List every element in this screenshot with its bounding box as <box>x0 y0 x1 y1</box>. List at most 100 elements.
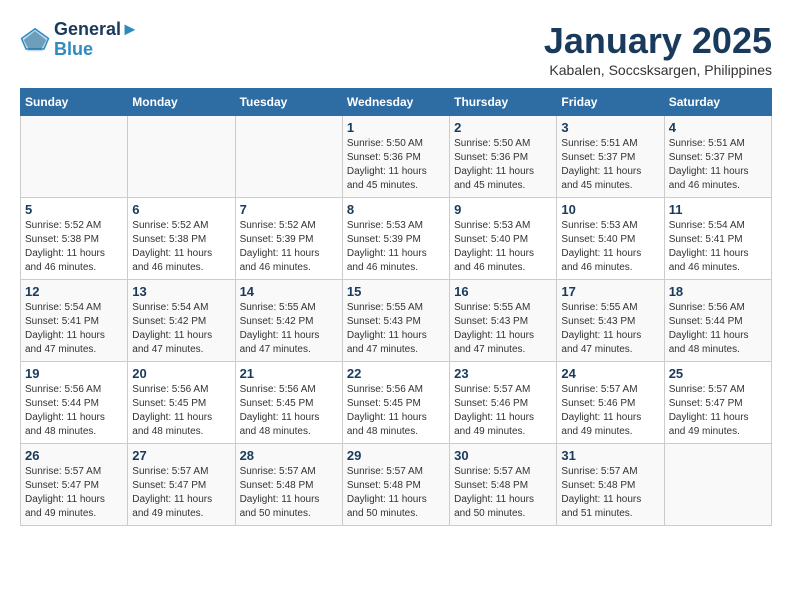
calendar-day-cell: 13Sunrise: 5:54 AM Sunset: 5:42 PM Dayli… <box>128 280 235 362</box>
day-info: Sunrise: 5:50 AM Sunset: 5:36 PM Dayligh… <box>454 137 552 193</box>
day-number: 13 <box>132 284 230 299</box>
calendar-day-cell: 28 Sunrise: 5:57 AM Sunset: 5:48 PM Dayli… <box>235 444 342 526</box>
day-number: 6 <box>132 202 230 217</box>
day-info: Sunrise: 5:57 AM Sunset: 5:47 PM Dayligh… <box>25 465 123 521</box>
calendar-day-cell <box>21 116 128 198</box>
calendar-day-cell: 2 Sunrise: 5:50 AM Sunset: 5:36 PM Daylig… <box>450 116 557 198</box>
day-info: Sunrise: 5:56 AM Sunset: 5:45 PM Dayligh… <box>132 383 230 439</box>
calendar-day-cell: 17 Sunrise: 5:55 AM Sunset: 5:43 PM Dayli… <box>557 280 664 362</box>
calendar-day-cell: 6Sunrise: 5:52 AM Sunset: 5:38 PM Daylig… <box>128 198 235 280</box>
day-of-week-header: Saturday <box>664 89 771 116</box>
calendar-day-cell: 10 Sunrise: 5:53 AM Sunset: 5:40 PM Dayli… <box>557 198 664 280</box>
day-info: Sunrise: 5:53 AM Sunset: 5:39 PM Dayligh… <box>347 219 445 275</box>
calendar-day-cell: 15Sunrise: 5:55 AM Sunset: 5:43 PM Dayli… <box>342 280 449 362</box>
calendar-day-cell <box>128 116 235 198</box>
day-info: Sunrise: 5:57 AM Sunset: 5:48 PM Dayligh… <box>561 465 659 521</box>
calendar-day-cell: 27Sunrise: 5:57 AM Sunset: 5:47 PM Dayli… <box>128 444 235 526</box>
month-title: January 2025 <box>544 20 772 62</box>
day-number: 31 <box>561 448 659 463</box>
day-number: 29 <box>347 448 445 463</box>
calendar-week-row: 19 Sunrise: 5:56 AM Sunset: 5:44 PM Dayli… <box>21 362 772 444</box>
calendar-day-cell: 31 Sunrise: 5:57 AM Sunset: 5:48 PM Dayli… <box>557 444 664 526</box>
location-subtitle: Kabalen, Soccsksargen, Philippines <box>544 62 772 78</box>
day-info: Sunrise: 5:54 AM Sunset: 5:41 PM Dayligh… <box>669 219 767 275</box>
calendar-day-cell: 11 Sunrise: 5:54 AM Sunset: 5:41 PM Dayli… <box>664 198 771 280</box>
day-info: Sunrise: 5:56 AM Sunset: 5:44 PM Dayligh… <box>25 383 123 439</box>
calendar-header-row: SundayMondayTuesdayWednesdayThursdayFrid… <box>21 89 772 116</box>
calendar-day-cell: 18 Sunrise: 5:56 AM Sunset: 5:44 PM Dayli… <box>664 280 771 362</box>
day-of-week-header: Monday <box>128 89 235 116</box>
day-info: Sunrise: 5:55 AM Sunset: 5:43 PM Dayligh… <box>561 301 659 357</box>
day-number: 25 <box>669 366 767 381</box>
day-number: 12 <box>25 284 123 299</box>
day-info: Sunrise: 5:57 AM Sunset: 5:46 PM Dayligh… <box>454 383 552 439</box>
day-number: 4 <box>669 120 767 135</box>
day-info: Sunrise: 5:55 AM Sunset: 5:43 PM Dayligh… <box>454 301 552 357</box>
calendar-day-cell: 23 Sunrise: 5:57 AM Sunset: 5:46 PM Dayli… <box>450 362 557 444</box>
day-number: 17 <box>561 284 659 299</box>
calendar-day-cell: 25 Sunrise: 5:57 AM Sunset: 5:47 PM Dayli… <box>664 362 771 444</box>
day-info: Sunrise: 5:57 AM Sunset: 5:46 PM Dayligh… <box>561 383 659 439</box>
day-info: Sunrise: 5:51 AM Sunset: 5:37 PM Dayligh… <box>561 137 659 193</box>
day-of-week-header: Sunday <box>21 89 128 116</box>
day-number: 28 <box>240 448 338 463</box>
day-number: 2 <box>454 120 552 135</box>
calendar-day-cell: 22 Sunrise: 5:56 AM Sunset: 5:45 PM Dayli… <box>342 362 449 444</box>
day-of-week-header: Thursday <box>450 89 557 116</box>
calendar-day-cell: 7 Sunrise: 5:52 AM Sunset: 5:39 PM Daylig… <box>235 198 342 280</box>
day-number: 3 <box>561 120 659 135</box>
day-number: 10 <box>561 202 659 217</box>
day-number: 24 <box>561 366 659 381</box>
day-info: Sunrise: 5:55 AM Sunset: 5:43 PM Dayligh… <box>347 301 445 357</box>
calendar-day-cell: 3 Sunrise: 5:51 AM Sunset: 5:37 PM Daylig… <box>557 116 664 198</box>
day-number: 30 <box>454 448 552 463</box>
day-of-week-header: Tuesday <box>235 89 342 116</box>
day-info: Sunrise: 5:56 AM Sunset: 5:45 PM Dayligh… <box>240 383 338 439</box>
day-of-week-header: Wednesday <box>342 89 449 116</box>
calendar-day-cell: 21Sunrise: 5:56 AM Sunset: 5:45 PM Dayli… <box>235 362 342 444</box>
day-number: 1 <box>347 120 445 135</box>
day-info: Sunrise: 5:56 AM Sunset: 5:45 PM Dayligh… <box>347 383 445 439</box>
day-number: 19 <box>25 366 123 381</box>
day-info: Sunrise: 5:55 AM Sunset: 5:42 PM Dayligh… <box>240 301 338 357</box>
calendar-day-cell: 16 Sunrise: 5:55 AM Sunset: 5:43 PM Dayli… <box>450 280 557 362</box>
day-info: Sunrise: 5:56 AM Sunset: 5:44 PM Dayligh… <box>669 301 767 357</box>
day-number: 20 <box>132 366 230 381</box>
day-of-week-header: Friday <box>557 89 664 116</box>
day-number: 22 <box>347 366 445 381</box>
day-info: Sunrise: 5:54 AM Sunset: 5:41 PM Dayligh… <box>25 301 123 357</box>
day-info: Sunrise: 5:50 AM Sunset: 5:36 PM Dayligh… <box>347 137 445 193</box>
day-number: 7 <box>240 202 338 217</box>
calendar-day-cell <box>664 444 771 526</box>
calendar-day-cell: 24 Sunrise: 5:57 AM Sunset: 5:46 PM Dayli… <box>557 362 664 444</box>
day-info: Sunrise: 5:53 AM Sunset: 5:40 PM Dayligh… <box>454 219 552 275</box>
calendar-day-cell <box>235 116 342 198</box>
calendar-day-cell: 14Sunrise: 5:55 AM Sunset: 5:42 PM Dayli… <box>235 280 342 362</box>
day-info: Sunrise: 5:52 AM Sunset: 5:39 PM Dayligh… <box>240 219 338 275</box>
calendar-week-row: 1 Sunrise: 5:50 AM Sunset: 5:36 PM Daylig… <box>21 116 772 198</box>
calendar-day-cell: 26Sunrise: 5:57 AM Sunset: 5:47 PM Dayli… <box>21 444 128 526</box>
calendar-week-row: 12 Sunrise: 5:54 AM Sunset: 5:41 PM Dayli… <box>21 280 772 362</box>
day-info: Sunrise: 5:57 AM Sunset: 5:48 PM Dayligh… <box>240 465 338 521</box>
calendar-day-cell: 4 Sunrise: 5:51 AM Sunset: 5:37 PM Daylig… <box>664 116 771 198</box>
logo-text: General► Blue <box>54 20 139 60</box>
day-info: Sunrise: 5:53 AM Sunset: 5:40 PM Dayligh… <box>561 219 659 275</box>
day-info: Sunrise: 5:57 AM Sunset: 5:48 PM Dayligh… <box>454 465 552 521</box>
day-info: Sunrise: 5:57 AM Sunset: 5:47 PM Dayligh… <box>669 383 767 439</box>
day-number: 27 <box>132 448 230 463</box>
logo-icon <box>20 25 50 55</box>
calendar-day-cell: 8Sunrise: 5:53 AM Sunset: 5:39 PM Daylig… <box>342 198 449 280</box>
page-header: General► Blue January 2025 Kabalen, Socc… <box>20 20 772 78</box>
day-info: Sunrise: 5:51 AM Sunset: 5:37 PM Dayligh… <box>669 137 767 193</box>
day-number: 9 <box>454 202 552 217</box>
calendar-day-cell: 5Sunrise: 5:52 AM Sunset: 5:38 PM Daylig… <box>21 198 128 280</box>
calendar-table: SundayMondayTuesdayWednesdayThursdayFrid… <box>20 88 772 526</box>
calendar-day-cell: 12 Sunrise: 5:54 AM Sunset: 5:41 PM Dayli… <box>21 280 128 362</box>
day-info: Sunrise: 5:52 AM Sunset: 5:38 PM Dayligh… <box>25 219 123 275</box>
day-number: 11 <box>669 202 767 217</box>
day-number: 18 <box>669 284 767 299</box>
day-number: 16 <box>454 284 552 299</box>
day-number: 23 <box>454 366 552 381</box>
logo: General► Blue <box>20 20 139 60</box>
calendar-day-cell: 20 Sunrise: 5:56 AM Sunset: 5:45 PM Dayli… <box>128 362 235 444</box>
